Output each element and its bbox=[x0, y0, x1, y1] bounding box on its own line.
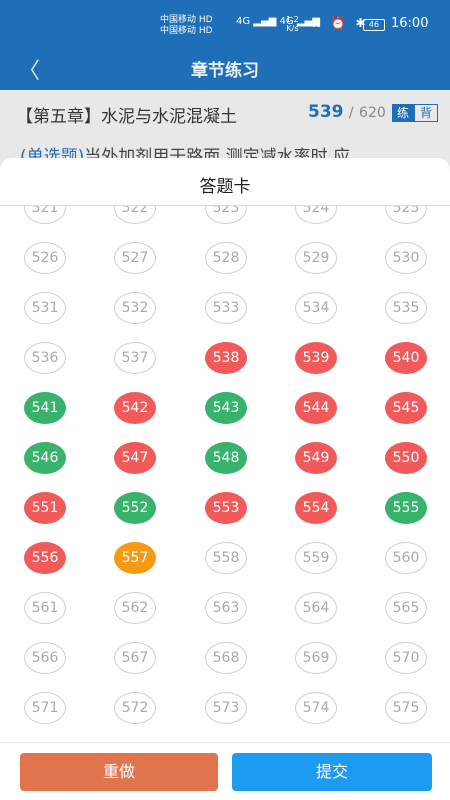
memorize-mode-tab[interactable]: 背 bbox=[414, 104, 438, 122]
question-number-555[interactable]: 555 bbox=[385, 492, 427, 524]
question-number-545[interactable]: 545 bbox=[385, 392, 427, 424]
question-number-539[interactable]: 539 bbox=[295, 342, 337, 374]
question-number-566[interactable]: 566 bbox=[24, 642, 66, 674]
question-number-532[interactable]: 532 bbox=[114, 292, 156, 324]
network-speed: 1.2 K/s bbox=[286, 15, 299, 33]
question-number-541[interactable]: 541 bbox=[24, 392, 66, 424]
question-number-542[interactable]: 542 bbox=[114, 392, 156, 424]
question-number-561[interactable]: 561 bbox=[24, 592, 66, 624]
question-number-567[interactable]: 567 bbox=[114, 642, 156, 674]
question-number-522[interactable]: 522 bbox=[114, 206, 156, 224]
question-number-550[interactable]: 550 bbox=[385, 442, 427, 474]
speed-value: 1.2 bbox=[286, 15, 299, 24]
question-number-554[interactable]: 554 bbox=[295, 492, 337, 524]
progress-separator: / bbox=[348, 105, 354, 121]
question-number-544[interactable]: 544 bbox=[295, 392, 337, 424]
page-title: 章节练习 bbox=[191, 61, 259, 81]
status-time: 16:00 bbox=[391, 16, 429, 31]
question-number-536[interactable]: 536 bbox=[24, 342, 66, 374]
question-number-530[interactable]: 530 bbox=[385, 242, 427, 274]
question-number-548[interactable]: 548 bbox=[205, 442, 247, 474]
carrier-1: 中国移动 HD bbox=[160, 15, 213, 25]
question-number-570[interactable]: 570 bbox=[385, 642, 427, 674]
carrier-2: 中国移动 HD bbox=[160, 26, 213, 36]
question-number-552[interactable]: 552 bbox=[114, 492, 156, 524]
question-number-556[interactable]: 556 bbox=[24, 542, 66, 574]
question-number-575[interactable]: 575 bbox=[385, 692, 427, 724]
question-number-549[interactable]: 549 bbox=[295, 442, 337, 474]
question-number-553[interactable]: 553 bbox=[205, 492, 247, 524]
progress-current: 539 bbox=[308, 102, 344, 122]
battery-icon: 46 bbox=[363, 19, 385, 31]
app-bar: 〈 章节练习 bbox=[0, 44, 450, 90]
question-number-551[interactable]: 551 bbox=[24, 492, 66, 524]
question-number-526[interactable]: 526 bbox=[24, 242, 66, 274]
question-progress: 539 / 620 bbox=[308, 102, 386, 122]
question-number-562[interactable]: 562 bbox=[114, 592, 156, 624]
question-number-560[interactable]: 560 bbox=[385, 542, 427, 574]
question-number-571[interactable]: 571 bbox=[24, 692, 66, 724]
question-number-525[interactable]: 525 bbox=[385, 206, 427, 224]
question-number-572[interactable]: 572 bbox=[114, 692, 156, 724]
question-number-558[interactable]: 558 bbox=[205, 542, 247, 574]
question-number-529[interactable]: 529 bbox=[295, 242, 337, 274]
status-bar: 中国移动 HD 中国移动 HD 4G ▂▄▆ 4G ▂▄▆ 1.2 K/s N … bbox=[0, 0, 450, 44]
question-number-546[interactable]: 546 bbox=[24, 442, 66, 474]
answer-sheet-title: 答题卡 bbox=[199, 177, 251, 197]
question-number-569[interactable]: 569 bbox=[295, 642, 337, 674]
question-number-559[interactable]: 559 bbox=[295, 542, 337, 574]
question-number-565[interactable]: 565 bbox=[385, 592, 427, 624]
chapter-bar: 【第五章】水泥与水泥混凝土 539 / 620 bbox=[0, 90, 450, 136]
question-number-563[interactable]: 563 bbox=[205, 592, 247, 624]
question-number-523[interactable]: 523 bbox=[205, 206, 247, 224]
carrier-info: 中国移动 HD 中国移动 HD bbox=[160, 15, 213, 37]
redo-button[interactable]: 重做 bbox=[20, 753, 218, 791]
question-number-564[interactable]: 564 bbox=[295, 592, 337, 624]
answer-grid[interactable]: 521 522 523 524 525 526 527 528 529 530 531 532 533 5… bbox=[0, 206, 450, 751]
question-number-547[interactable]: 547 bbox=[114, 442, 156, 474]
answer-sheet: 答题卡 521 522 523 524 525 526 527 528 529 530 531 532… bbox=[0, 158, 450, 800]
question-number-527[interactable]: 527 bbox=[114, 242, 156, 274]
question-number-543[interactable]: 543 bbox=[205, 392, 247, 424]
progress-total: 620 bbox=[359, 105, 386, 121]
question-number-573[interactable]: 573 bbox=[205, 692, 247, 724]
question-number-574[interactable]: 574 bbox=[295, 692, 337, 724]
question-number-531[interactable]: 531 bbox=[24, 292, 66, 324]
chapter-title: 【第五章】水泥与水泥混凝土 bbox=[16, 107, 237, 127]
question-number-521[interactable]: 521 bbox=[24, 206, 66, 224]
system-icons: N ⏰ ✱ bbox=[312, 16, 369, 30]
signal-icon: 4G ▂▄▆ 4G ▂▄▆ bbox=[236, 16, 320, 27]
question-number-524[interactable]: 524 bbox=[295, 206, 337, 224]
question-number-537[interactable]: 537 bbox=[114, 342, 156, 374]
question-number-533[interactable]: 533 bbox=[205, 292, 247, 324]
question-number-557[interactable]: 557 bbox=[114, 542, 156, 574]
question-number-528[interactable]: 528 bbox=[205, 242, 247, 274]
question-number-534[interactable]: 534 bbox=[295, 292, 337, 324]
question-number-540[interactable]: 540 bbox=[385, 342, 427, 374]
footer-bar: 重做 提交 bbox=[0, 742, 450, 800]
question-number-535[interactable]: 535 bbox=[385, 292, 427, 324]
question-number-568[interactable]: 568 bbox=[205, 642, 247, 674]
question-number-538[interactable]: 538 bbox=[205, 342, 247, 374]
submit-button[interactable]: 提交 bbox=[232, 753, 432, 791]
speed-unit: K/s bbox=[286, 24, 299, 33]
practice-mode-tab[interactable]: 练 bbox=[392, 104, 414, 122]
